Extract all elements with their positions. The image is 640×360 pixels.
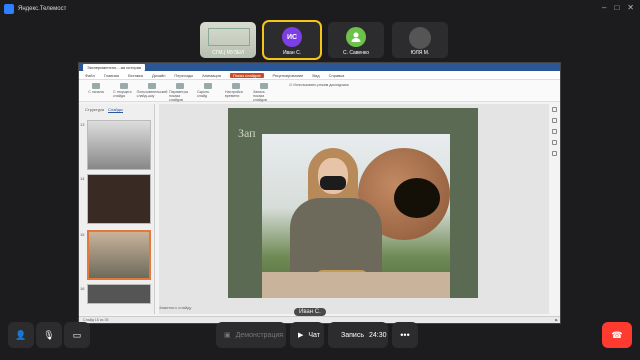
app-title: Яндекс.Телемост (18, 6, 67, 12)
screen-share-icon: ▣ (224, 332, 231, 339)
ribbon-options: ☑ Использовать режим докладчика (289, 83, 349, 87)
participant-name: ЮЛЯ М. (410, 50, 430, 56)
participant-tile-savenko[interactable]: С. Савенко (328, 22, 384, 58)
slides-panel: Структура Слайды 13 14 15 16 (79, 104, 155, 314)
ribbon-button[interactable]: Скрыть слайд (197, 83, 219, 98)
microphone-icon: 🎙 (43, 329, 55, 340)
tab-slides[interactable]: Слайды (107, 107, 123, 113)
menu-item[interactable]: Справка (329, 73, 345, 78)
slide-title: Зап (238, 126, 256, 140)
minimize-icon[interactable]: – (602, 4, 606, 12)
title-bar: Яндекс.Телемост – □ ✕ (0, 0, 640, 18)
presenter-mode-checkbox[interactable]: ☑ Использовать режим докладчика (289, 83, 349, 87)
avatar (346, 27, 366, 47)
user-icon (351, 32, 361, 42)
ribbon-button[interactable]: Параметры показа слайдов (169, 83, 191, 102)
slide-thumbnail[interactable] (87, 174, 151, 224)
slide-thumbnail[interactable] (87, 120, 151, 170)
ribbon-button[interactable]: Запись показа слайдов (253, 83, 275, 102)
participant-name: С. Савенко (342, 50, 369, 56)
participant-name: Иван С. (282, 50, 302, 56)
hang-up-button[interactable]: ☎ (602, 322, 632, 348)
current-slide[interactable]: Зап (228, 108, 478, 298)
speaker-label: Иван С. (294, 308, 326, 316)
presentation-menu: Файл Главная Вставка Дизайн Переходы Ани… (79, 71, 560, 80)
panel-tabs: Структура Слайды (79, 104, 154, 116)
record-label: Запись (341, 331, 364, 339)
timer-icon (232, 83, 240, 89)
tab-outline[interactable]: Структура (85, 107, 104, 113)
slide-thumbnail-selected[interactable] (87, 230, 151, 280)
menu-item[interactable]: Анимация (202, 73, 221, 78)
app-logo-icon (4, 4, 14, 14)
shared-presentation: Экспериментал...-ая история Файл Главная… (78, 62, 561, 324)
avatar (409, 27, 431, 49)
maximize-icon[interactable]: □ (614, 4, 619, 12)
record-button[interactable]: Запись 24:30 (328, 322, 388, 348)
settings-icon (176, 83, 184, 89)
tool-icon[interactable] (551, 129, 557, 134)
menu-item[interactable]: Переходы (174, 73, 193, 78)
participant-strip: СГМ.| МУЗЕЙ ИС Иван С. С. Савенко ЮЛЯ М. (200, 20, 448, 60)
presentation-titlebar: Экспериментал...-ая история (79, 63, 560, 71)
tool-icon[interactable] (551, 140, 557, 145)
record-icon (260, 83, 268, 89)
slide-number: 14 (80, 176, 85, 181)
ribbon-button[interactable]: Пользовательский слайд-шоу (137, 83, 167, 98)
camera-icon: ▭ (72, 329, 82, 340)
add-user-icon: 👤 (15, 329, 27, 340)
side-toolbar (550, 107, 558, 156)
notes-label[interactable]: Заметки к слайду (159, 305, 191, 310)
play-icon (120, 83, 128, 89)
tool-icon[interactable] (551, 151, 557, 156)
screen-share-label: Демонстрация (235, 331, 284, 339)
more-icon: ••• (400, 330, 410, 340)
tool-icon[interactable] (551, 107, 557, 112)
more-options-button[interactable]: ••• (392, 322, 418, 348)
close-icon[interactable]: ✕ (627, 4, 634, 12)
menu-item[interactable]: Вставка (128, 73, 143, 78)
participant-tile-ivan[interactable]: ИС Иван С. (262, 20, 322, 60)
ribbon-button[interactable]: Настройка времени (225, 83, 247, 98)
menu-item[interactable]: Дизайн (152, 73, 165, 78)
play-icon (92, 83, 100, 89)
add-participant-button[interactable]: 👤 (8, 322, 34, 348)
ribbon-button[interactable]: С начала (85, 83, 107, 94)
camera-button[interactable]: ▭ (64, 322, 90, 348)
record-timer: 24:30 (368, 331, 387, 339)
chat-label: Чат (308, 331, 321, 339)
participant-tile-museum[interactable]: СГМ.| МУЗЕЙ (200, 22, 256, 58)
participant-name: СГМ.| МУЗЕЙ (212, 50, 244, 56)
avatar: ИС (282, 27, 302, 47)
slide-photo (262, 134, 450, 298)
ribbon: С начала С текущего слайда Пользовательс… (79, 80, 560, 102)
participant-tile-yulya[interactable]: ЮЛЯ М. (392, 22, 448, 58)
tool-icon[interactable] (551, 118, 557, 123)
microphone-button[interactable]: 🎙 (36, 322, 62, 348)
menu-item[interactable]: Вид (312, 73, 319, 78)
slide-number: 15 (80, 232, 85, 237)
menu-item[interactable]: Файл (85, 73, 95, 78)
screen-share-button[interactable]: ▣ Демонстрация (216, 322, 286, 348)
ribbon-button[interactable]: С текущего слайда (113, 83, 135, 98)
slides-icon (148, 83, 156, 89)
slide-canvas: Зап (159, 104, 549, 314)
slide-number: 16 (80, 286, 85, 291)
chat-icon: ▶ (298, 332, 304, 339)
slide-number: 13 (80, 122, 85, 127)
menu-item-active[interactable]: Показ слайдов (229, 72, 264, 78)
window-controls: – □ ✕ (602, 4, 634, 12)
phone-icon: ☎ (611, 329, 623, 340)
document-tab[interactable]: Экспериментал...-ая история (83, 63, 146, 71)
call-controls: 👤 🎙 ▭ ▣ Демонстрация ▶ Чат Запись 24:30 … (0, 318, 640, 360)
menu-item[interactable]: Главная (104, 73, 119, 78)
slide-thumbnail[interactable] (87, 284, 151, 304)
menu-item[interactable]: Рецензирование (273, 73, 304, 78)
hide-icon (204, 83, 212, 89)
chat-button[interactable]: ▶ Чат (290, 322, 324, 348)
